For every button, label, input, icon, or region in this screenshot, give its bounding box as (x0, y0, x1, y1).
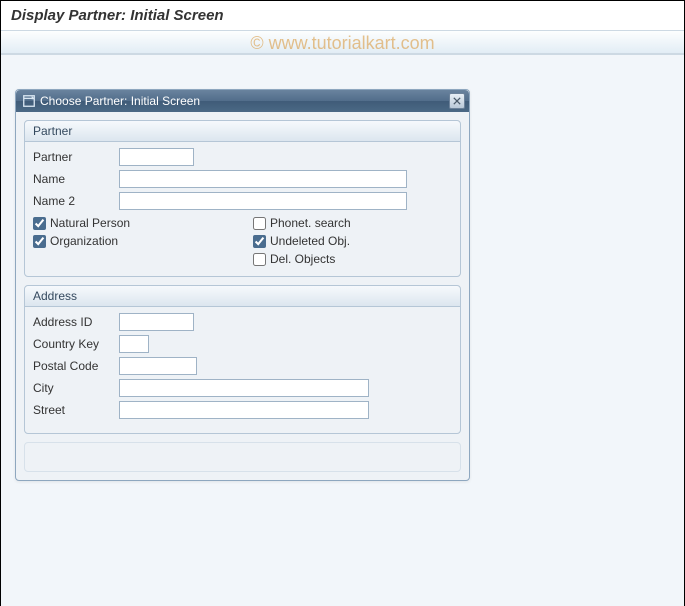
close-button[interactable] (449, 93, 465, 109)
street-input[interactable] (119, 401, 369, 419)
address-group-title: Address (25, 286, 460, 307)
natural-person-checkbox[interactable] (33, 217, 46, 230)
dialog-icon (22, 94, 36, 108)
partner-input[interactable] (119, 148, 194, 166)
del-objects-label: Del. Objects (270, 252, 335, 266)
natural-person-label: Natural Person (50, 216, 130, 230)
postal-code-input[interactable] (119, 357, 197, 375)
del-objects-checkbox[interactable] (253, 253, 266, 266)
name2-input[interactable] (119, 192, 407, 210)
undeleted-obj-label: Undeleted Obj. (270, 234, 350, 248)
country-key-input[interactable] (119, 335, 149, 353)
undeleted-obj-checkbox[interactable] (253, 235, 266, 248)
address-id-label: Address ID (33, 315, 119, 329)
dialog-footer-area (24, 442, 461, 472)
partner-label: Partner (33, 150, 119, 164)
phonet-search-label: Phonet. search (270, 216, 351, 230)
organization-label: Organization (50, 234, 118, 248)
undeleted-obj-checkbox-row[interactable]: Undeleted Obj. (253, 234, 351, 248)
toolbar-area (1, 30, 684, 54)
country-key-label: Country Key (33, 337, 119, 351)
partner-group: Partner Partner Name Name 2 (24, 120, 461, 277)
organization-checkbox[interactable] (33, 235, 46, 248)
address-id-input[interactable] (119, 313, 194, 331)
city-label: City (33, 381, 119, 395)
del-objects-checkbox-row[interactable]: Del. Objects (253, 252, 351, 266)
name-label: Name (33, 172, 119, 186)
phonet-search-checkbox-row[interactable]: Phonet. search (253, 216, 351, 230)
name2-label: Name 2 (33, 194, 119, 208)
organization-checkbox-row[interactable]: Organization (33, 234, 253, 248)
dialog-body: Partner Partner Name Name 2 (16, 112, 469, 480)
close-icon (453, 97, 461, 105)
dialog-title: Choose Partner: Initial Screen (40, 94, 449, 108)
postal-code-label: Postal Code (33, 359, 119, 373)
partner-group-title: Partner (25, 121, 460, 142)
dialog-header[interactable]: Choose Partner: Initial Screen (16, 90, 469, 112)
phonet-search-checkbox[interactable] (253, 217, 266, 230)
street-label: Street (33, 403, 119, 417)
natural-person-checkbox-row[interactable]: Natural Person (33, 216, 253, 230)
name-input[interactable] (119, 170, 407, 188)
address-group: Address Address ID Country Key Postal Co… (24, 285, 461, 434)
choose-partner-dialog: Choose Partner: Initial Screen Partner P… (15, 89, 470, 481)
page-title: Display Partner: Initial Screen (1, 1, 684, 30)
city-input[interactable] (119, 379, 369, 397)
